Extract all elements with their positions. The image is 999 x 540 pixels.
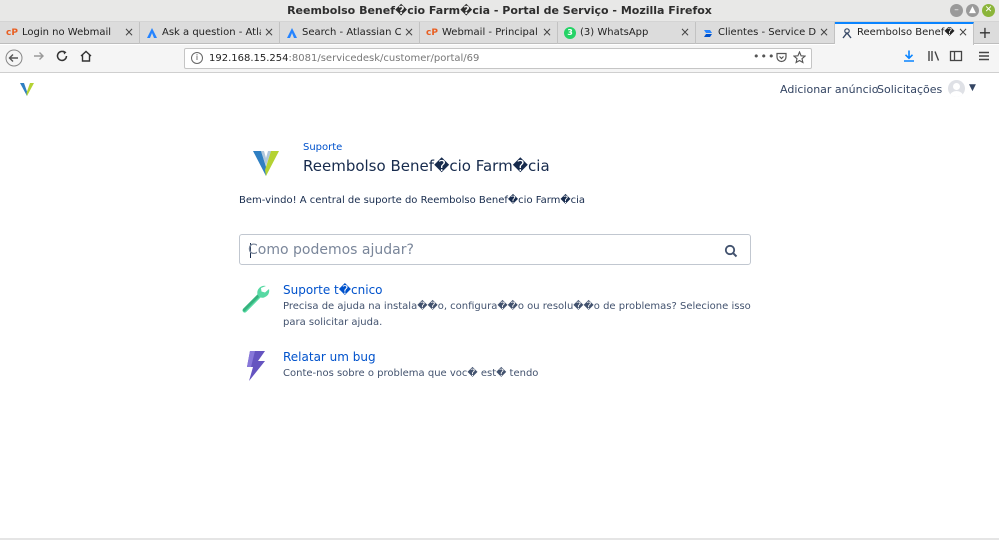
tab-label: Search - Atlassian Community (302, 27, 401, 38)
close-window-icon[interactable]: ✕ (982, 4, 995, 17)
portal-logo (252, 148, 280, 182)
close-tab-icon[interactable]: × (542, 25, 552, 39)
request-type-title[interactable]: Relatar um bug (283, 350, 376, 364)
tab-label: Reembolso Benef�cio (857, 27, 955, 38)
add-ad-link[interactable]: Adicionar anúncio (780, 83, 878, 96)
library-icon[interactable] (925, 49, 943, 69)
tab-whatsapp[interactable]: 3 (3) WhatsApp × (558, 22, 696, 44)
help-center-logo[interactable] (19, 81, 35, 101)
reload-icon[interactable] (52, 49, 72, 69)
tab-label: Clientes - Service Desk (718, 27, 816, 38)
forward-icon[interactable] (29, 49, 49, 69)
url-text: 192.168.15.254:8081/servicedesk/customer… (209, 53, 479, 64)
atlassian-icon (146, 27, 158, 39)
close-tab-icon[interactable]: × (680, 25, 690, 39)
back-icon[interactable] (4, 49, 24, 69)
minimize-icon[interactable]: – (950, 4, 963, 17)
download-icon[interactable] (900, 49, 918, 69)
close-tab-icon[interactable]: × (264, 25, 274, 39)
lightning-icon (239, 350, 271, 386)
tab-bar: cP Login no Webmail × Ask a question - A… (0, 22, 999, 45)
tab-search-atlassian[interactable]: Search - Atlassian Community × (280, 22, 420, 44)
info-icon[interactable]: i (191, 52, 203, 64)
pocket-icon[interactable] (775, 51, 788, 67)
page-title: Reembolso Benef�cio Farm�cia (303, 157, 550, 175)
close-tab-icon[interactable]: × (124, 25, 134, 39)
search-input[interactable] (248, 239, 708, 261)
jira-icon (702, 27, 714, 39)
close-tab-icon[interactable]: × (819, 25, 829, 39)
atlassian-icon (286, 27, 298, 39)
cpanel-icon: cP (426, 28, 438, 38)
close-tab-icon[interactable]: × (958, 25, 968, 39)
url-host: 192.168.15.254 (209, 53, 289, 64)
sidebar-icon[interactable] (947, 49, 965, 69)
tab-label: Webmail - Principal (442, 27, 538, 38)
request-type-description: Conte-nos sobre o problema que voc� est�… (283, 368, 539, 379)
requests-link[interactable]: Solicitações (877, 83, 942, 96)
page-actions-icon[interactable]: ••• (753, 50, 775, 63)
bookmark-star-icon[interactable] (792, 50, 807, 67)
cpanel-icon: cP (6, 28, 18, 38)
breadcrumb[interactable]: Suporte (303, 142, 342, 153)
tab-label: Ask a question - Atlassian (162, 27, 261, 38)
chevron-down-icon[interactable]: ▼ (969, 83, 976, 93)
search-icon[interactable] (724, 243, 738, 262)
window-titlebar: Reembolso Benef�cio Farm�cia - Portal de… (0, 0, 999, 22)
request-type-support[interactable]: Suporte t�cnico Precisa de ajuda na inst… (239, 283, 751, 331)
tab-login-webmail[interactable]: cP Login no Webmail × (0, 22, 140, 44)
tab-ask-question[interactable]: Ask a question - Atlassian × (140, 22, 280, 44)
search-box (239, 234, 751, 265)
avatar[interactable] (948, 80, 965, 97)
request-type-title[interactable]: Suporte t�cnico (283, 283, 383, 297)
welcome-message: Bem-vindo! A central de suporte do Reemb… (239, 195, 586, 206)
url-bar[interactable]: i 192.168.15.254:8081/servicedesk/custom… (184, 48, 812, 69)
wrench-icon (239, 283, 271, 319)
portal-icon (841, 27, 853, 39)
tab-reembolso-active[interactable]: Reembolso Benef�cio × (835, 22, 974, 45)
url-path: :8081/servicedesk/customer/portal/69 (288, 53, 480, 64)
new-tab-icon[interactable]: + (975, 22, 995, 44)
navigation-bar: i 192.168.15.254:8081/servicedesk/custom… (0, 45, 999, 73)
tab-label: Login no Webmail (22, 27, 112, 38)
home-icon[interactable] (76, 49, 96, 69)
whatsapp-icon: 3 (564, 27, 576, 39)
close-tab-icon[interactable]: × (404, 25, 414, 39)
request-type-description: Precisa de ajuda na instala��o, configur… (283, 301, 751, 328)
maximize-icon[interactable]: ▲ (966, 4, 979, 17)
request-type-bug[interactable]: Relatar um bug Conte-nos sobre o problem… (239, 350, 751, 386)
tab-clientes-service-desk[interactable]: Clientes - Service Desk × (696, 22, 835, 44)
tab-webmail-principal[interactable]: cP Webmail - Principal × (420, 22, 558, 44)
tab-label: (3) WhatsApp (580, 27, 649, 38)
menu-icon[interactable] (975, 49, 993, 69)
window-title: Reembolso Benef�cio Farm�cia - Portal de… (287, 4, 712, 17)
